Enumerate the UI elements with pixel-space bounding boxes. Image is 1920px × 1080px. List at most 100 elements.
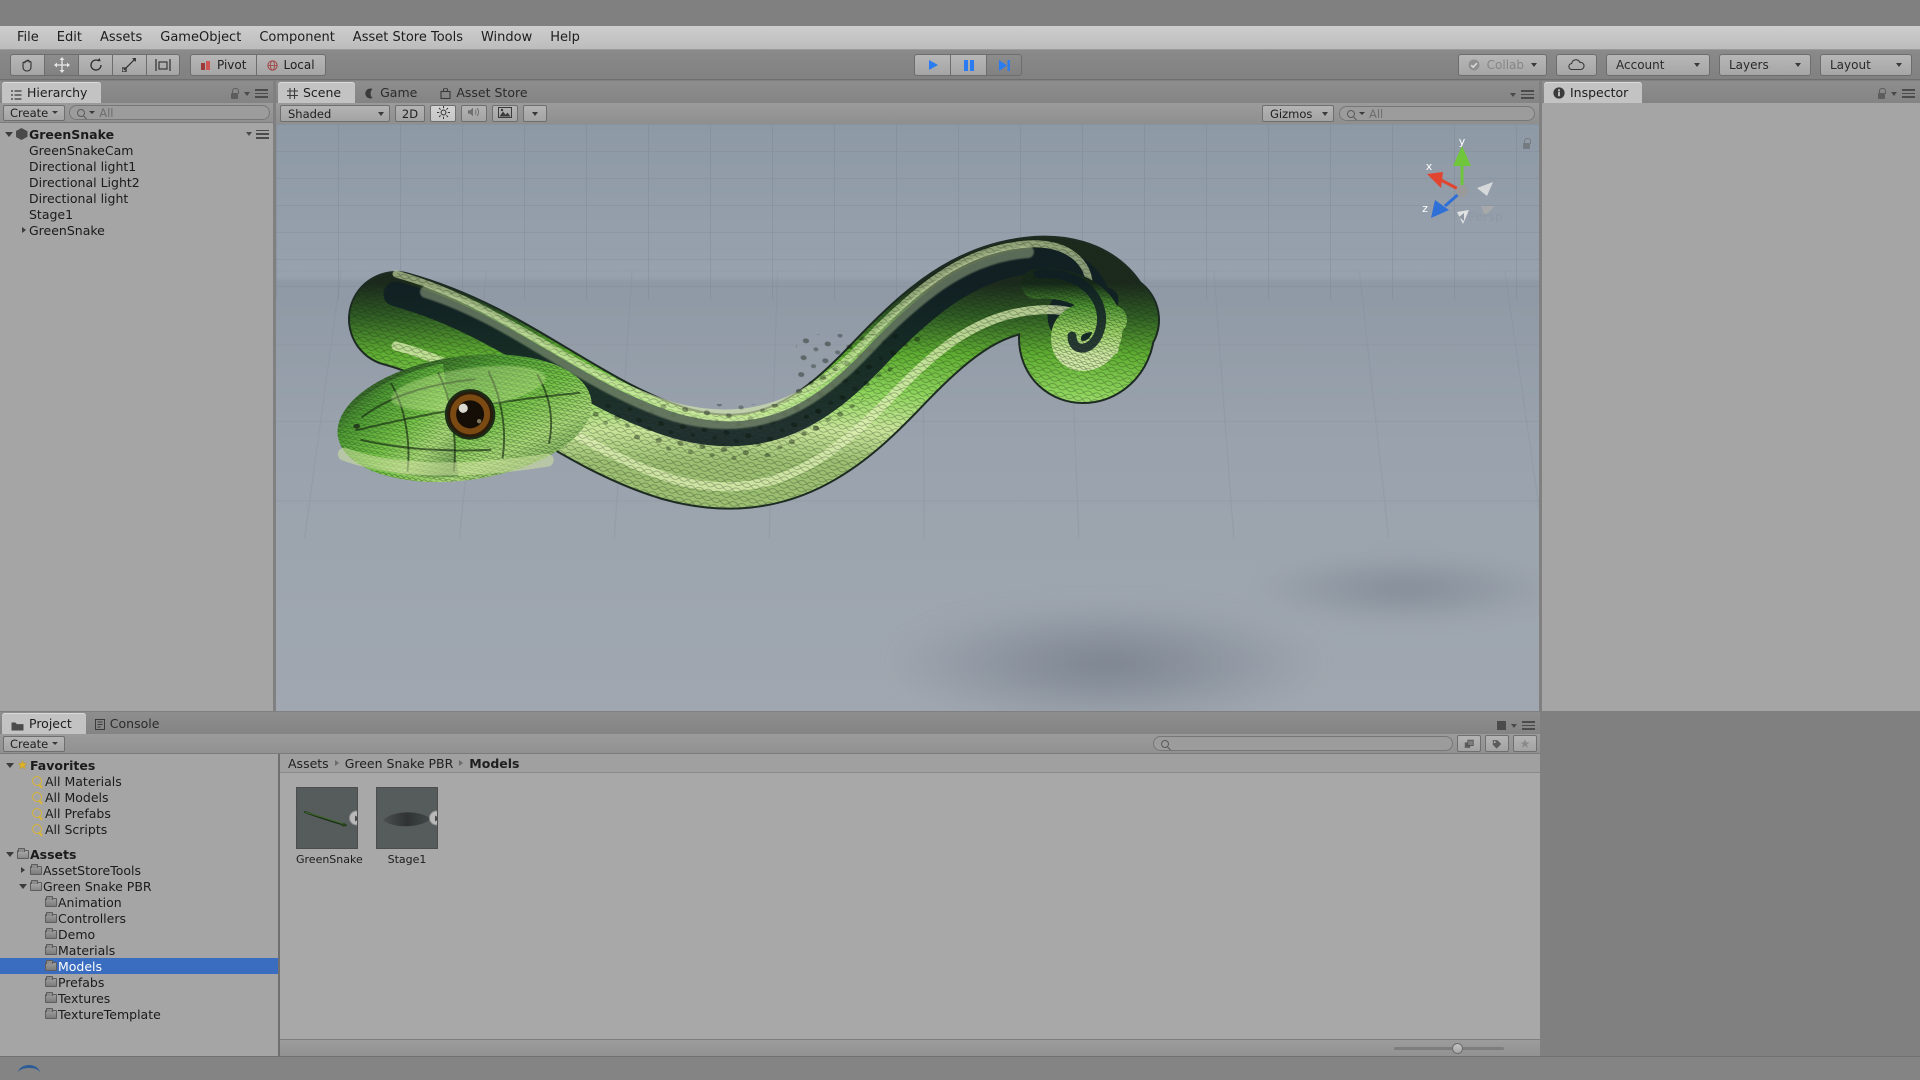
hand-tool-button[interactable] — [10, 54, 44, 76]
hierarchy-item-directional-light[interactable]: Directional light — [0, 190, 273, 206]
tab-hierarchy[interactable]: Hierarchy — [2, 82, 102, 103]
project-folder-prefabs[interactable]: Prefabs — [0, 974, 278, 990]
tab-project[interactable]: Project — [2, 713, 86, 734]
projection-mode-label[interactable]: Persp — [1459, 210, 1503, 224]
local-space-button[interactable]: Local — [256, 54, 326, 76]
pause-button[interactable] — [950, 54, 986, 76]
thumbnail-size-slider[interactable] — [1394, 1042, 1504, 1054]
project-folder-animation[interactable]: Animation — [0, 894, 278, 910]
menu-gameobject[interactable]: GameObject — [151, 28, 250, 47]
favorite-all-materials[interactable]: All Materials — [0, 773, 278, 789]
menu-window[interactable]: Window — [472, 28, 541, 47]
expand-triangle-icon[interactable] — [4, 762, 15, 768]
project-folder-assetstoretools[interactable]: AssetStoreTools — [0, 862, 278, 878]
project-folder-controllers[interactable]: Controllers — [0, 910, 278, 926]
tab-scene[interactable]: Scene — [278, 82, 356, 103]
tab-inspector[interactable]: Inspector — [1544, 82, 1643, 103]
tab-console[interactable]: Console — [86, 713, 174, 734]
breadcrumb-green-snake-pbr[interactable]: Green Snake PBR — [345, 756, 454, 771]
scene-fx-button[interactable] — [492, 105, 518, 122]
layers-button[interactable]: Layers — [1719, 54, 1811, 76]
chevron-down-icon[interactable] — [244, 91, 250, 96]
asset-item-stage1[interactable]: Stage1 — [376, 787, 438, 866]
panel-menu-icon[interactable] — [255, 89, 268, 98]
expand-triangle-icon[interactable] — [3, 131, 14, 137]
filter-by-label-button[interactable] — [1485, 735, 1509, 752]
scale-tool-button[interactable] — [112, 54, 146, 76]
layout-button[interactable]: Layout — [1820, 54, 1912, 76]
collab-button[interactable]: Collab — [1457, 54, 1547, 76]
expand-triangle-icon[interactable] — [18, 227, 29, 233]
favorite-all-scripts[interactable]: All Scripts — [0, 821, 278, 837]
square-icon[interactable] — [1497, 721, 1506, 730]
panel-menu-icon[interactable] — [1902, 89, 1915, 98]
gizmos-dropdown[interactable]: Gizmos — [1262, 105, 1334, 122]
project-assets-root[interactable]: Assets — [0, 846, 278, 862]
menu-asset-store-tools[interactable]: Asset Store Tools — [344, 28, 472, 47]
scene-lighting-button[interactable] — [430, 105, 456, 122]
account-button[interactable]: Account — [1606, 54, 1710, 76]
project-folder-textures[interactable]: Textures — [0, 990, 278, 1006]
tab-asset-store[interactable]: Asset Store — [431, 82, 541, 103]
scene-audio-button[interactable] — [461, 105, 487, 122]
project-favorites-root[interactable]: ★ Favorites — [0, 757, 278, 773]
menu-edit[interactable]: Edit — [48, 28, 91, 47]
favorite-all-models[interactable]: All Models — [0, 789, 278, 805]
pivot-space-group: Pivot Local — [190, 54, 326, 76]
hierarchy-create-button[interactable]: Create — [3, 104, 66, 121]
project-folder-models[interactable]: Models — [0, 958, 278, 974]
project-folder-texturetemplate[interactable]: TextureTemplate — [0, 1006, 278, 1022]
rotate-tool-button[interactable] — [78, 54, 112, 76]
scene-fx-dropdown[interactable] — [523, 105, 547, 122]
breadcrumb-assets[interactable]: Assets — [288, 756, 329, 771]
pivot-toggle-button[interactable]: Pivot — [190, 54, 257, 76]
asset-preview-play-badge[interactable] — [349, 810, 357, 826]
chevron-down-icon[interactable] — [1511, 723, 1517, 728]
asset-item-greensnake[interactable]: GreenSnake — [296, 787, 363, 866]
project-create-button[interactable]: Create — [3, 735, 66, 752]
asset-preview-play-badge[interactable] — [429, 810, 437, 826]
chevron-down-icon[interactable] — [1891, 91, 1897, 96]
scene-viewport[interactable]: y x z Persp — [276, 124, 1539, 711]
move-tool-button[interactable] — [44, 54, 78, 76]
menu-help[interactable]: Help — [541, 28, 589, 47]
play-button[interactable] — [914, 54, 950, 76]
step-button[interactable] — [986, 54, 1022, 76]
hierarchy-item-directional-light2[interactable]: Directional Light2 — [0, 174, 273, 190]
hierarchy-item-stage1[interactable]: Stage1 — [0, 206, 273, 222]
panel-menu-icon[interactable] — [1521, 90, 1534, 99]
menu-file[interactable]: File — [8, 28, 48, 47]
expand-triangle-icon[interactable] — [17, 883, 28, 889]
chevron-down-icon[interactable] — [1510, 92, 1516, 97]
filter-by-type-button[interactable] — [1457, 735, 1481, 752]
draw-mode-dropdown[interactable]: Shaded — [280, 105, 390, 122]
scene-menu-icon[interactable] — [256, 129, 269, 139]
cloud-button[interactable] — [1556, 54, 1597, 76]
panel-menu-icon[interactable] — [1522, 721, 1535, 730]
project-folder-demo[interactable]: Demo — [0, 926, 278, 942]
expand-triangle-icon[interactable] — [4, 851, 15, 857]
favorite-all-prefabs[interactable]: All Prefabs — [0, 805, 278, 821]
2d-toggle-button[interactable]: 2D — [395, 105, 425, 122]
hierarchy-search-input[interactable]: All — [69, 105, 270, 120]
expand-triangle-icon[interactable] — [17, 867, 28, 873]
lock-icon[interactable] — [230, 88, 239, 99]
menu-assets[interactable]: Assets — [91, 28, 151, 47]
favorite-button[interactable] — [1513, 735, 1537, 752]
project-folder-materials[interactable]: Materials — [0, 942, 278, 958]
chevron-down-icon[interactable] — [246, 132, 252, 136]
hierarchy-item-greensnake[interactable]: GreenSnake — [0, 222, 273, 238]
scene-search-input[interactable]: All — [1339, 106, 1535, 121]
gizmo-lock-icon[interactable] — [1522, 138, 1531, 149]
lock-icon[interactable] — [1877, 88, 1886, 99]
slider-knob[interactable] — [1452, 1042, 1463, 1054]
menu-component[interactable]: Component — [250, 28, 343, 47]
tab-game[interactable]: Game — [355, 82, 431, 103]
hierarchy-root-scene[interactable]: GreenSnake — [0, 126, 273, 142]
hierarchy-item-directional-light1[interactable]: Directional light1 — [0, 158, 273, 174]
hierarchy-item-greensnakecam[interactable]: GreenSnakeCam — [0, 142, 273, 158]
project-search-input[interactable] — [1153, 736, 1453, 751]
project-folder-green-snake-pbr[interactable]: Green Snake PBR — [0, 878, 278, 894]
breadcrumb-models[interactable]: Models — [469, 756, 519, 771]
rect-transform-tool-button[interactable] — [146, 54, 180, 76]
